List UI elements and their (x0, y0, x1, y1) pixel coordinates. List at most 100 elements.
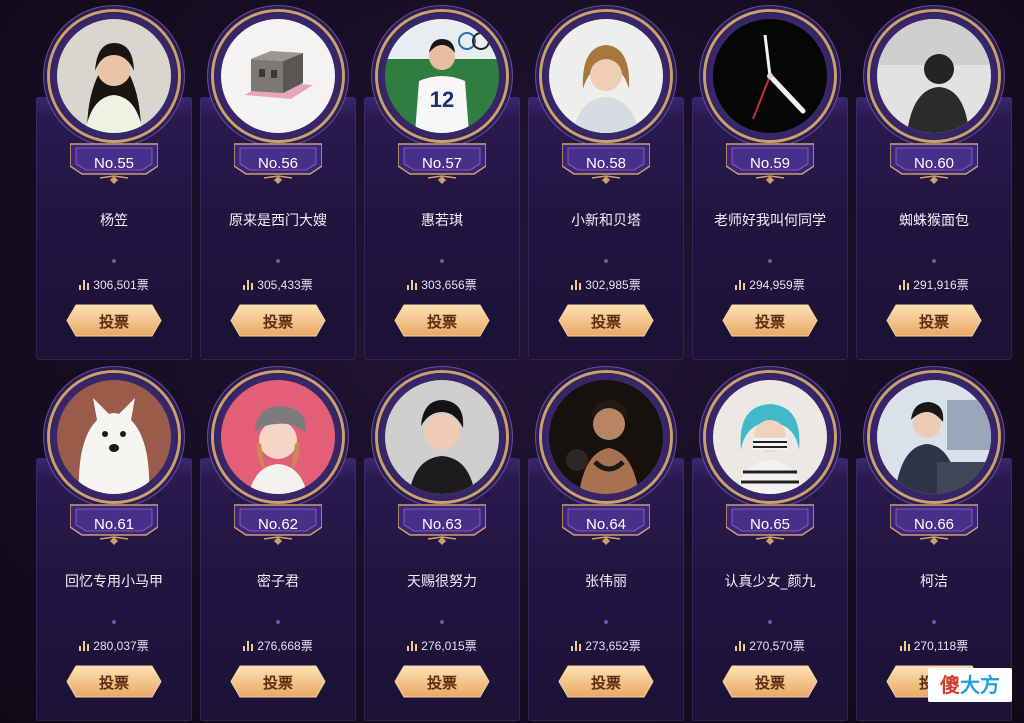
vote-suffix: 票 (628, 639, 641, 653)
divider-dot (276, 259, 280, 263)
ranking-board: No.55 杨笠 306,501票 投票 No.56 原来是西门大嫂 305,4… (0, 0, 1024, 723)
rank-number: No.60 (913, 155, 955, 172)
vote-suffix: 票 (628, 278, 641, 292)
rank-number: No.57 (421, 155, 463, 172)
avatar-frame (706, 373, 834, 501)
vote-count: 273,652票 (528, 637, 684, 654)
vote-button-label: 投票 (98, 674, 129, 692)
divider-dot (768, 620, 772, 624)
avatar[interactable] (549, 19, 663, 133)
vote-button[interactable]: 投票 (394, 304, 490, 337)
contestant-name: 认真少女_颜九 (724, 574, 816, 590)
vote-count-value: 280,037 (93, 639, 137, 653)
avatar-image (877, 380, 991, 494)
contestant-name: 小新和贝塔 (571, 213, 641, 229)
vote-count-value: 302,985 (585, 278, 629, 292)
vote-button[interactable]: 投票 (394, 665, 490, 698)
avatar[interactable] (57, 380, 171, 494)
avatar-frame (870, 373, 998, 501)
avatar-frame (542, 373, 670, 501)
vote-count: 303,656票 (364, 276, 520, 293)
bar-chart-icon (735, 641, 746, 651)
vote-count: 306,501票 (36, 276, 192, 293)
avatar[interactable] (57, 19, 171, 133)
vote-count: 276,015票 (364, 637, 520, 654)
avatar[interactable] (877, 380, 991, 494)
vote-suffix: 票 (792, 278, 805, 292)
vote-count-value: 276,668 (257, 639, 301, 653)
site-watermark: 傻大方 (928, 668, 1012, 702)
rank-badge: No.59 (726, 140, 814, 184)
contestant-name: 密子君 (257, 574, 299, 590)
vote-count-value: 276,015 (421, 639, 465, 653)
contestant-card: No.55 杨笠 306,501票 投票 (36, 12, 192, 360)
divider-dot (440, 259, 444, 263)
avatar-image (221, 19, 335, 133)
contestant-name: 柯洁 (920, 574, 948, 590)
vote-button-label: 投票 (754, 313, 785, 331)
vote-button-label: 投票 (426, 674, 457, 692)
bar-chart-icon (899, 280, 910, 290)
avatar[interactable] (221, 19, 335, 133)
divider-dot (932, 620, 936, 624)
vote-count: 270,118票 (856, 637, 1012, 654)
vote-button[interactable]: 投票 (886, 304, 982, 337)
rank-number: No.58 (585, 155, 627, 172)
divider-dot (768, 259, 772, 263)
vote-button-label: 投票 (426, 313, 457, 331)
contestant-name: 回忆专用小马甲 (65, 574, 163, 590)
avatar[interactable] (221, 380, 335, 494)
contestant-name: 杨笠 (100, 213, 128, 229)
avatar[interactable] (385, 380, 499, 494)
rank-badge: No.55 (70, 140, 158, 184)
bar-chart-icon (243, 641, 254, 651)
vote-button-label: 投票 (754, 674, 785, 692)
vote-button[interactable]: 投票 (722, 665, 818, 698)
vote-button[interactable]: 投票 (230, 665, 326, 698)
avatar[interactable] (713, 19, 827, 133)
vote-count-value: 270,118 (913, 639, 957, 653)
divider-dot (112, 620, 116, 624)
vote-count: 280,037票 (36, 637, 192, 654)
vote-suffix: 票 (956, 278, 969, 292)
vote-suffix: 票 (464, 278, 477, 292)
vote-button-label: 投票 (262, 674, 293, 692)
avatar-frame (378, 373, 506, 501)
contestant-card: No.59 老师好我叫何同学 294,959票 投票 (692, 12, 848, 360)
rank-badge: No.62 (234, 501, 322, 545)
vote-button[interactable]: 投票 (558, 665, 654, 698)
avatar[interactable]: 12 (385, 19, 499, 133)
vote-count-value: 294,959 (749, 278, 793, 292)
vote-count: 291,916票 (856, 276, 1012, 293)
vote-suffix: 票 (464, 639, 477, 653)
rank-badge: No.61 (70, 501, 158, 545)
contestant-name: 原来是西门大嫂 (229, 213, 327, 229)
avatar-image: 12 (385, 19, 499, 133)
avatar[interactable] (549, 380, 663, 494)
vote-button[interactable]: 投票 (722, 304, 818, 337)
contestant-name: 蜘蛛猴面包 (899, 213, 969, 229)
vote-suffix: 票 (300, 639, 313, 653)
rank-badge: No.63 (398, 501, 486, 545)
vote-button[interactable]: 投票 (558, 304, 654, 337)
avatar-image (57, 19, 171, 133)
vote-button[interactable]: 投票 (66, 665, 162, 698)
svg-text:12: 12 (430, 87, 454, 112)
rank-number: No.64 (585, 516, 627, 533)
bar-chart-icon (571, 641, 582, 651)
avatar-image (549, 380, 663, 494)
contestant-card: No.56 原来是西门大嫂 305,433票 投票 (200, 12, 356, 360)
contestant-card: No.61 回忆专用小马甲 280,037票 投票 (36, 373, 192, 721)
vote-button[interactable]: 投票 (230, 304, 326, 337)
vote-button[interactable]: 投票 (66, 304, 162, 337)
divider-dot (440, 620, 444, 624)
avatar-image (221, 380, 335, 494)
avatar[interactable] (713, 380, 827, 494)
rank-number: No.63 (421, 516, 463, 533)
rank-badge: No.58 (562, 140, 650, 184)
contestant-card: No.58 小新和贝塔 302,985票 投票 (528, 12, 684, 360)
avatar-image (713, 380, 827, 494)
vote-count-value: 270,570 (749, 639, 793, 653)
contestant-card: No.62 密子君 276,668票 投票 (200, 373, 356, 721)
avatar[interactable] (877, 19, 991, 133)
